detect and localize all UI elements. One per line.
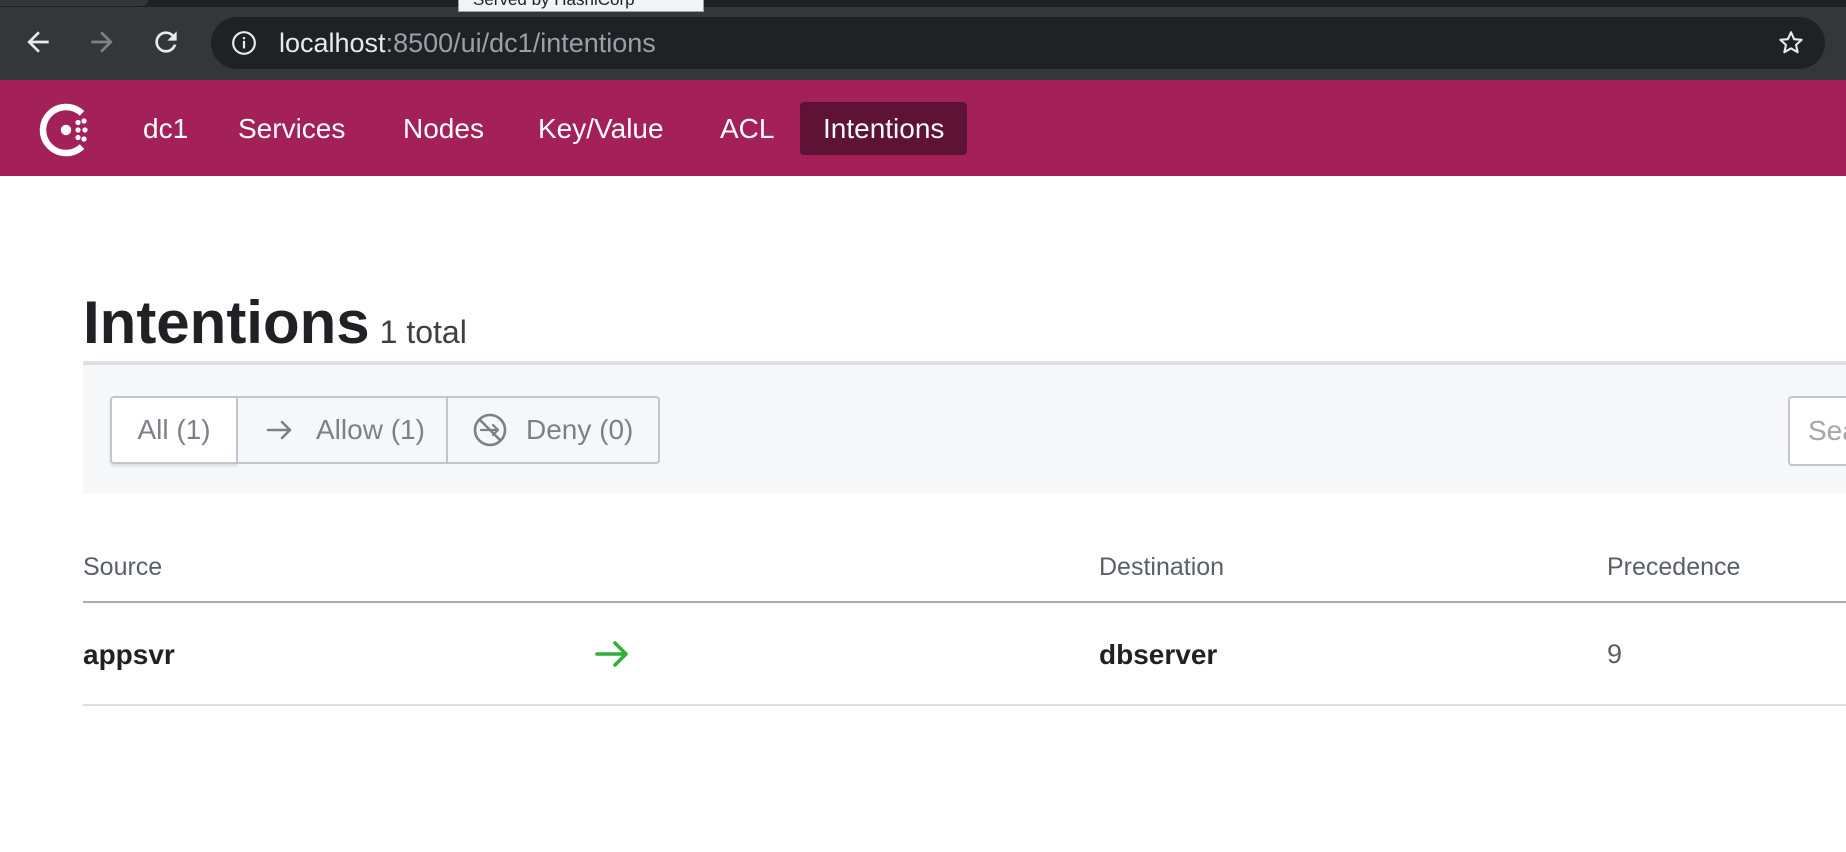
arrow-right-icon	[91, 31, 113, 53]
reload-button[interactable]	[146, 22, 186, 62]
nav-acl[interactable]: ACL	[697, 102, 797, 155]
destination-cell: dbserver	[1099, 639, 1218, 670]
browser-toolbar: Served by HashiCorp localhost:8500/ui/dc…	[0, 0, 1846, 80]
consul-logo-icon[interactable]	[38, 102, 94, 158]
info-icon[interactable]	[231, 30, 257, 56]
nav-intentions[interactable]: Intentions	[800, 102, 968, 155]
deny-icon	[473, 413, 507, 447]
page-title: Intentions	[83, 289, 370, 356]
address-bar[interactable]: localhost:8500/ui/dc1/intentions	[211, 17, 1825, 69]
filter-allow-label: Allow (1)	[316, 414, 425, 445]
search-input[interactable]	[1788, 396, 1846, 466]
page-header: Intentions 1 total	[83, 288, 467, 357]
source-cell[interactable]: appsvr	[83, 639, 175, 671]
filter-all-label: All (1)	[137, 414, 211, 445]
tab-tooltip: Served by HashiCorp	[458, 0, 704, 12]
nav-key-value[interactable]: Key/Value	[515, 102, 687, 155]
filter-bar: All (1) Allow (1) Deny (0)	[83, 365, 1846, 493]
arrow-left-icon	[27, 31, 49, 53]
column-header-precedence[interactable]: Precedence	[1607, 553, 1740, 582]
browser-tab-strip	[0, 0, 1846, 7]
filter-all-button[interactable]: All (1)	[110, 396, 238, 464]
column-header-source[interactable]: Source	[83, 553, 162, 582]
reload-icon	[155, 31, 177, 53]
table-row[interactable]: appsvr dbserver 9	[83, 603, 1846, 706]
url-host: localhost	[279, 28, 386, 58]
star-icon[interactable]	[1777, 29, 1805, 57]
url-text[interactable]: localhost:8500/ui/dc1/intentions	[279, 17, 656, 69]
nav-nodes[interactable]: Nodes	[380, 102, 507, 155]
nav-datacenter[interactable]: dc1	[120, 102, 211, 155]
url-path: :8500/ui/dc1/intentions	[385, 28, 656, 58]
filter-allow-button[interactable]: Allow (1)	[236, 396, 448, 464]
browser-tab[interactable]	[0, 0, 148, 6]
total-count: 1 total	[379, 314, 467, 350]
row-divider	[83, 704, 1846, 706]
filter-deny-button[interactable]: Deny (0)	[446, 396, 660, 464]
nav-services[interactable]: Services	[215, 102, 368, 155]
arrow-right-icon	[266, 420, 292, 440]
column-header-destination[interactable]: Destination	[1099, 553, 1224, 582]
forward-button[interactable]	[82, 22, 122, 62]
back-button[interactable]	[18, 22, 58, 62]
precedence-cell: 9	[1607, 639, 1623, 669]
allow-arrow-icon	[595, 641, 628, 667]
main-navigation: dc1 Services Nodes Key/Value ACL Intenti…	[0, 80, 1846, 176]
filter-deny-label: Deny (0)	[526, 414, 634, 445]
